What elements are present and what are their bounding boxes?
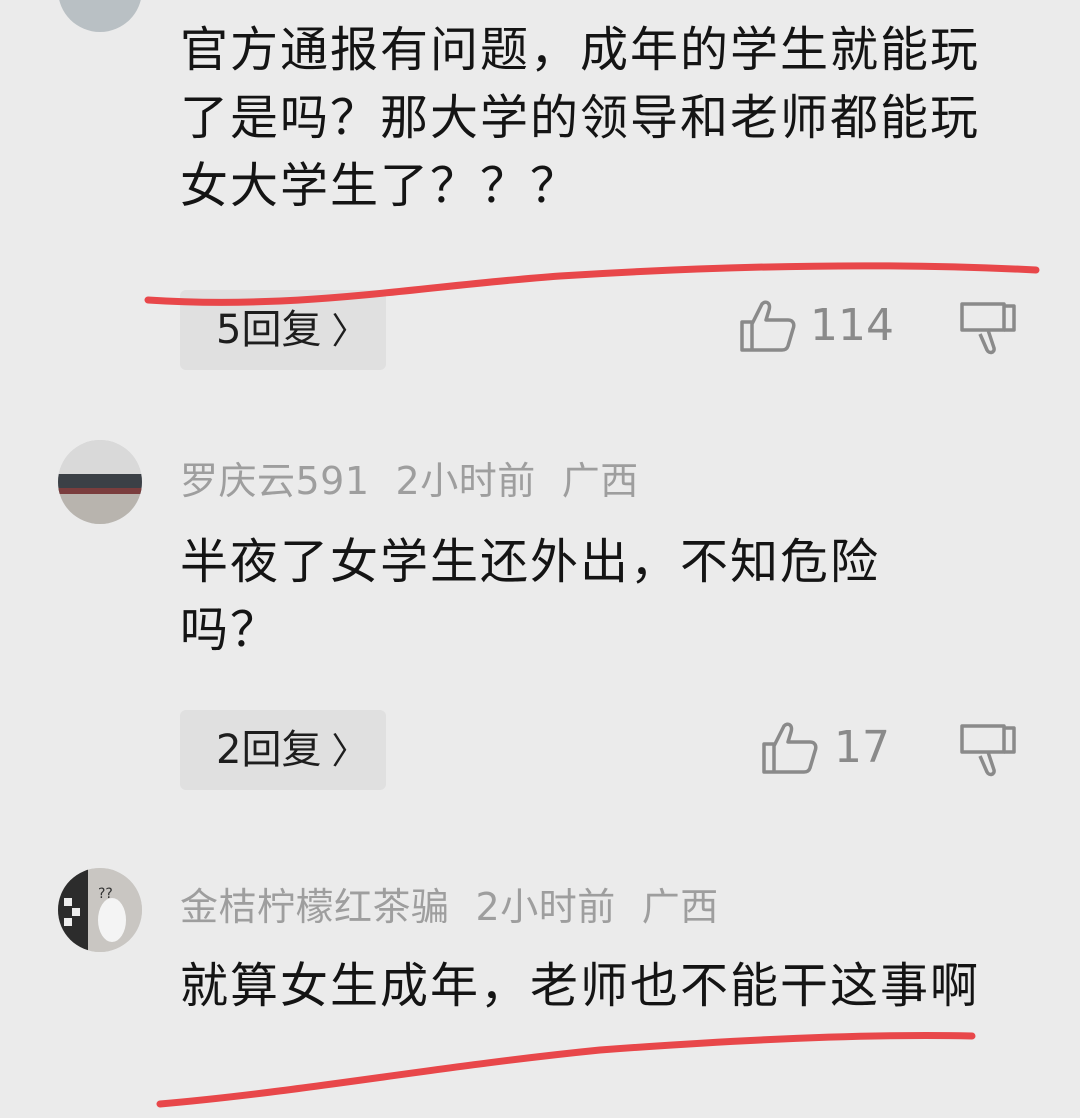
avatar[interactable]: ??	[58, 868, 142, 952]
comment-item: 罗庆云591 2小时前 广西 半夜了女学生还外出，不知危险吗？ 2回复〉 17	[0, 430, 1080, 810]
comment-item: 官方通报有问题，成年的学生就能玩了是吗？那大学的领导和老师都能玩女大学生了？？？…	[0, 0, 1080, 380]
chevron-right-icon: 〉	[331, 731, 368, 772]
replies-button[interactable]: 2回复〉	[180, 710, 386, 790]
thumbs-down-icon[interactable]	[958, 722, 1018, 778]
comment-text: 半夜了女学生还外出，不知危险吗？	[180, 534, 881, 658]
comment-text: 官方通报有问题，成年的学生就能玩了是吗？那大学的领导和老师都能玩女大学生了？？？	[180, 22, 981, 214]
like-count: 17	[834, 722, 890, 773]
username[interactable]: 金桔柠檬红茶骗	[180, 885, 450, 929]
thumbs-down-icon[interactable]	[958, 300, 1018, 356]
replies-button[interactable]: 5回复〉	[180, 290, 386, 370]
replies-label: 5回复	[216, 307, 322, 353]
username[interactable]: 罗庆云591	[180, 459, 370, 503]
comment-text: 就算女生成年，老师也不能干这事啊	[180, 958, 981, 1014]
comment-meta: 金桔柠檬红茶骗 2小时前 广西	[180, 876, 745, 931]
comment-meta: 罗庆云591 2小时前 广西	[180, 450, 665, 505]
avatar[interactable]	[58, 0, 142, 32]
thumbs-up-icon[interactable]	[760, 720, 820, 776]
post-time: 2小时前	[475, 885, 616, 929]
post-time: 2小时前	[395, 459, 536, 503]
chevron-right-icon: 〉	[331, 311, 368, 352]
avatar[interactable]	[58, 440, 142, 524]
like-count: 114	[810, 300, 894, 351]
svg-text:??: ??	[98, 886, 113, 902]
replies-label: 2回复	[216, 727, 322, 773]
location: 广西	[561, 459, 639, 503]
location: 广西	[641, 885, 719, 929]
thumbs-up-icon[interactable]	[738, 298, 798, 354]
comment-item: ?? 金桔柠檬红茶骗 2小时前 广西 就算女生成年，老师也不能干这事啊	[0, 858, 1080, 1118]
